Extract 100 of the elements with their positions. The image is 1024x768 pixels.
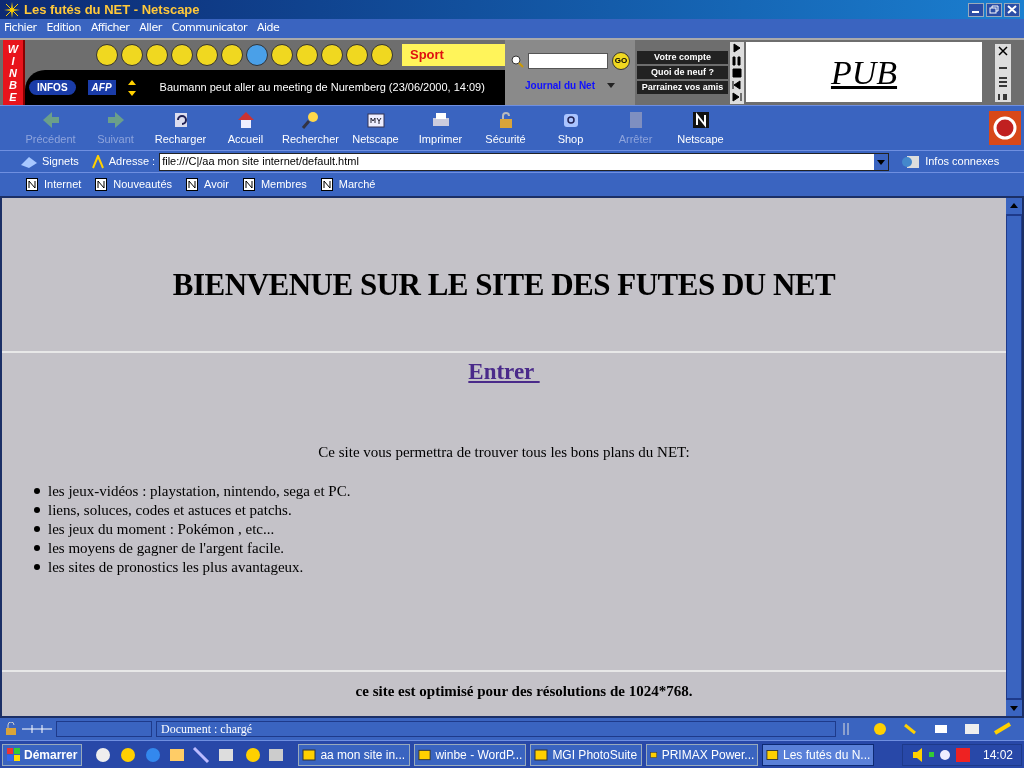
toolbar-button[interactable]: Imprimer [408, 108, 473, 148]
menu-item[interactable]: Edition [46, 20, 81, 37]
scrollbar[interactable] [1006, 198, 1022, 716]
go-button[interactable]: GO [612, 52, 630, 70]
category-button[interactable] [271, 44, 293, 66]
logo-letter: E [9, 90, 17, 103]
bookmark-link[interactable]: Avoir [186, 176, 229, 193]
list-item: les jeux du moment : Pokémon , etc... [48, 519, 275, 539]
search-icon [510, 54, 524, 68]
bullet-icon [34, 488, 40, 494]
category-button[interactable] [296, 44, 318, 66]
taskbar-button[interactable]: PRIMAX Power... [646, 743, 759, 766]
bookmark-link[interactable]: Marché [320, 176, 376, 193]
start-button[interactable]: Démarrer [2, 743, 83, 766]
toolbar-button[interactable]: Rechercher [278, 108, 343, 148]
logo-letter: W [7, 42, 19, 55]
category-button[interactable] [371, 44, 393, 66]
plug-icon [22, 723, 52, 735]
bullet-icon [34, 507, 40, 513]
list-item: les moyens de gagner de l'argent facile. [48, 538, 285, 558]
infos-label: INFOS [29, 80, 76, 95]
menu-item[interactable]: Fichier [4, 20, 37, 37]
ticker-text[interactable]: Baumann peut aller au meeting de Nuremberg (23/06/2000, 14:09) [159, 79, 485, 96]
toolbar-button[interactable]: Netscape [668, 108, 733, 148]
page-heading: BIENVENUE SUR LE SITE DES FUTES DU NET [171, 266, 837, 304]
menu-item[interactable]: Aide [256, 20, 280, 37]
caret-icon[interactable] [607, 83, 615, 88]
toolbar-button[interactable]: Recharger [148, 108, 213, 148]
bookmark-link[interactable]: Internet [26, 176, 82, 193]
clock: 14:02 [982, 746, 1013, 764]
logo-letter: B [9, 78, 17, 91]
restore-button[interactable] [986, 2, 1002, 17]
ad-banner[interactable]: PUB [746, 42, 982, 102]
toolbar-button[interactable]: Sécurité [473, 108, 538, 148]
status-text: Document : chargé [156, 721, 836, 737]
toolbar-controls-icon[interactable] [995, 43, 1011, 102]
list-item: les sites de pronostics les plus avantageux. [48, 557, 304, 577]
taskbar-button[interactable]: aa mon site in... [298, 743, 411, 766]
category-button[interactable] [146, 44, 168, 66]
address-label: Adresse : [108, 154, 156, 170]
window-icon [766, 747, 779, 762]
toolbar-button[interactable]: Shop [538, 108, 603, 148]
list-item: les jeux-vidéos : playstation, nintendo, sega et PC. [48, 481, 351, 501]
toolbar-button[interactable]: Netscape [343, 108, 408, 148]
media-controls-icon[interactable] [730, 42, 744, 104]
menu-item[interactable]: Communicator [171, 20, 247, 37]
window-icon [534, 747, 549, 762]
page-icon [26, 178, 38, 191]
bullet-icon [34, 526, 40, 532]
scroll-arrows-icon[interactable] [127, 78, 136, 97]
window-title: Les futés du NET - Netscape [24, 0, 200, 19]
category-button[interactable] [221, 44, 243, 66]
enter-link[interactable]: Entrer [468, 354, 540, 389]
menu-item[interactable]: Aller [139, 20, 162, 37]
taskbar-button[interactable]: MGI PhotoSuite [530, 743, 643, 766]
restore-icon [989, 5, 999, 14]
agency-logo: AFP [87, 80, 116, 95]
logo-letter: N [9, 66, 17, 79]
bookmark-link[interactable]: Nouveautés [95, 176, 173, 193]
ad-text[interactable]: PUB [830, 46, 898, 98]
category-button[interactable] [96, 44, 118, 66]
footer-text: ce site est optimisé pour des résolutions de 1024*768. [354, 681, 694, 701]
close-button[interactable] [1004, 2, 1020, 17]
account-button[interactable]: Quoi de neuf ? [637, 66, 728, 79]
category-button[interactable] [196, 44, 218, 66]
category-button[interactable] [246, 44, 268, 66]
page-icon [242, 178, 255, 191]
address-field[interactable]: file:///C|/aa mon site internet/default.html [159, 152, 890, 171]
taskbar-button[interactable]: winbe - WordP... [414, 743, 527, 766]
padlock-icon [4, 722, 18, 736]
bookmark-link[interactable]: Membres [242, 176, 307, 193]
taskbar-button[interactable]: Les futés du N... [762, 743, 875, 766]
page-icon [186, 178, 199, 191]
bullet-icon [34, 545, 40, 551]
window-icon [302, 747, 317, 762]
related-icon[interactable] [901, 153, 922, 170]
account-button[interactable]: Votre compte [637, 51, 728, 64]
close-icon [1007, 5, 1017, 14]
sparkle-app-icon [4, 1, 20, 18]
account-button[interactable]: Parrainez vos amis [637, 81, 728, 94]
scroll-down-icon[interactable] [1006, 700, 1022, 716]
logo-letter: I [11, 54, 15, 67]
menu-item[interactable]: Afficher [91, 20, 130, 37]
bullet-icon [34, 564, 40, 570]
windows-flag-icon [7, 747, 21, 762]
scroll-up-icon[interactable] [1006, 198, 1022, 214]
search-field[interactable] [528, 53, 608, 69]
category-button[interactable] [171, 44, 193, 66]
bookmark-icon[interactable] [20, 154, 38, 169]
window-icon [418, 747, 432, 762]
category-button[interactable] [121, 44, 143, 66]
related-button[interactable]: Infos connexes [925, 153, 1000, 170]
bookmarks-button[interactable]: Signets [42, 153, 79, 170]
tray-icons[interactable] [910, 746, 971, 763]
minimize-button[interactable] [968, 2, 984, 17]
page-icon [95, 178, 108, 191]
category-button[interactable] [346, 44, 368, 66]
list-item: liens, soluces, codes et astuces et patchs. [48, 500, 292, 520]
category-button[interactable] [321, 44, 343, 66]
toolbar-button[interactable]: Accueil [213, 108, 278, 148]
